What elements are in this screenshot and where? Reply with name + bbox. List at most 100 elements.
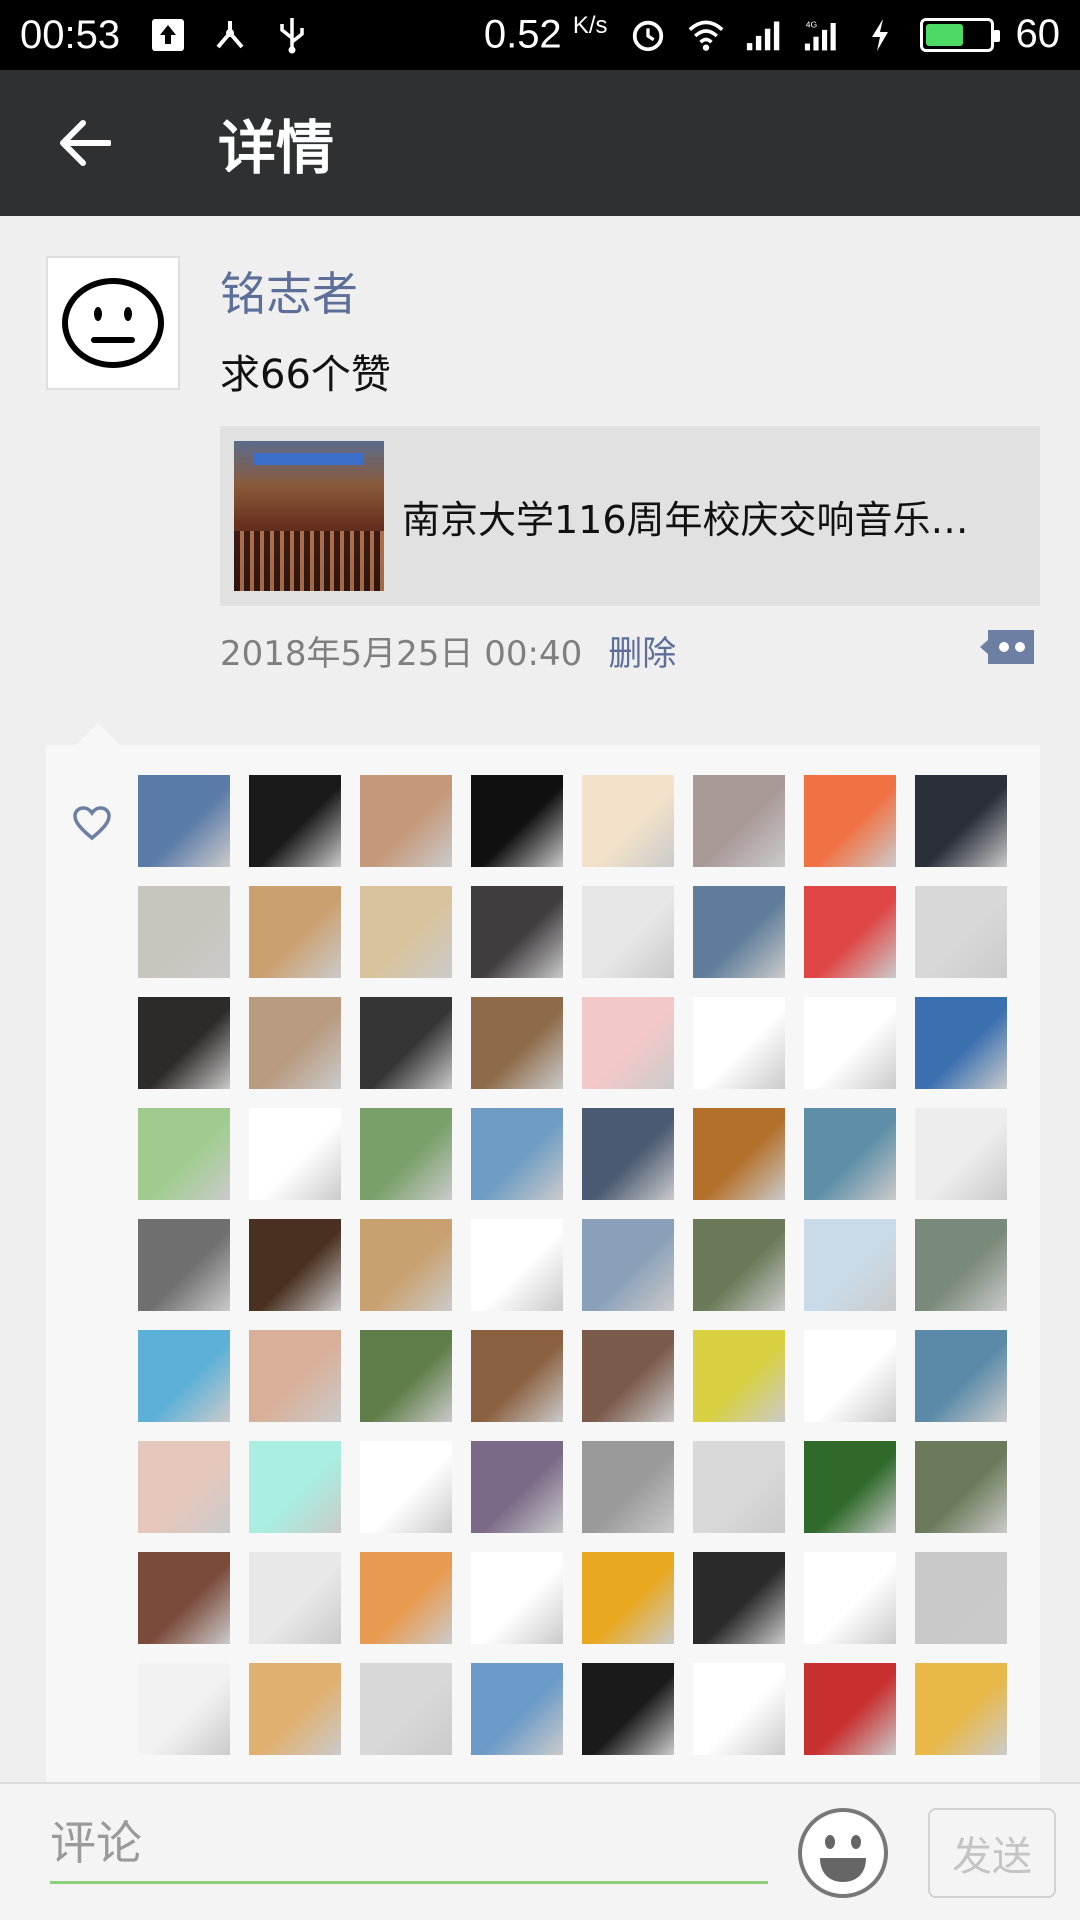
shared-link-card[interactable]: 南京大学116周年校庆交响音乐…	[220, 426, 1040, 606]
comment-input-bar: 发送	[0, 1782, 1080, 1920]
liker-avatar[interactable]	[693, 1552, 785, 1644]
liker-avatar[interactable]	[360, 1219, 452, 1311]
liker-avatar[interactable]	[804, 1108, 896, 1200]
liker-avatar[interactable]	[804, 1219, 896, 1311]
liker-avatar[interactable]	[804, 1330, 896, 1422]
liker-avatar[interactable]	[915, 886, 1007, 978]
liker-avatar[interactable]	[249, 1219, 341, 1311]
liker-avatar[interactable]	[693, 1441, 785, 1533]
liker-avatar[interactable]	[249, 1108, 341, 1200]
liker-avatar[interactable]	[915, 1441, 1007, 1533]
smiley-icon	[798, 1808, 888, 1898]
liker-avatar[interactable]	[360, 1108, 452, 1200]
liker-avatar[interactable]	[138, 1552, 230, 1644]
liker-avatar[interactable]	[804, 1441, 896, 1533]
liker-avatar[interactable]	[471, 1552, 563, 1644]
liker-avatar[interactable]	[693, 1330, 785, 1422]
liker-avatar[interactable]	[471, 1663, 563, 1755]
liker-avatar[interactable]	[915, 1219, 1007, 1311]
svg-text:4G: 4G	[805, 19, 817, 29]
liker-avatar[interactable]	[249, 775, 341, 867]
heart-icon	[72, 805, 112, 845]
liker-avatar[interactable]	[582, 1663, 674, 1755]
liker-avatar[interactable]	[360, 1441, 452, 1533]
back-button[interactable]	[0, 70, 170, 216]
liker-avatar[interactable]	[582, 997, 674, 1089]
liker-avatar[interactable]	[249, 1552, 341, 1644]
liker-avatar[interactable]	[471, 1219, 563, 1311]
liker-avatar[interactable]	[249, 1663, 341, 1755]
liker-avatar[interactable]	[804, 775, 896, 867]
signal-4g-icon: 4G	[804, 17, 840, 53]
charging-icon	[862, 17, 898, 53]
liker-avatar[interactable]	[582, 1219, 674, 1311]
liker-avatar[interactable]	[471, 1441, 563, 1533]
liker-avatar[interactable]	[915, 1108, 1007, 1200]
liker-avatar[interactable]	[582, 1330, 674, 1422]
liker-avatar[interactable]	[804, 886, 896, 978]
liker-avatar[interactable]	[360, 997, 452, 1089]
liker-avatar[interactable]	[693, 886, 785, 978]
liker-avatar[interactable]	[693, 1219, 785, 1311]
net-speed: 0.52 K/s	[483, 12, 608, 57]
liker-avatar[interactable]	[360, 775, 452, 867]
wifi-icon	[688, 17, 724, 53]
send-button[interactable]: 发送	[928, 1808, 1056, 1898]
battery-percent: 60	[1015, 12, 1061, 57]
signal-icon	[746, 17, 782, 53]
liker-avatar[interactable]	[360, 1663, 452, 1755]
delete-button[interactable]: 删除	[608, 626, 676, 675]
comment-menu-button[interactable]	[978, 626, 1038, 668]
liker-avatar[interactable]	[804, 1552, 896, 1644]
liker-avatar[interactable]	[915, 775, 1007, 867]
liker-avatar[interactable]	[360, 1552, 452, 1644]
comment-input[interactable]	[50, 1804, 768, 1884]
liker-avatar[interactable]	[582, 1108, 674, 1200]
liker-avatar[interactable]	[138, 1663, 230, 1755]
liker-avatar[interactable]	[582, 1552, 674, 1644]
liker-avatar[interactable]	[138, 1441, 230, 1533]
liker-avatar[interactable]	[249, 886, 341, 978]
liker-avatar[interactable]	[804, 1663, 896, 1755]
battery-icon	[919, 17, 1000, 52]
usb-icon	[274, 17, 310, 54]
liker-avatar[interactable]	[138, 886, 230, 978]
liker-avatar[interactable]	[582, 1441, 674, 1533]
arrow-left-icon	[60, 120, 111, 166]
liker-avatar[interactable]	[360, 1330, 452, 1422]
liker-avatar[interactable]	[360, 886, 452, 978]
upload-icon	[150, 17, 186, 53]
liker-avatar[interactable]	[249, 1441, 341, 1533]
liker-avatar[interactable]	[582, 886, 674, 978]
liker-avatar[interactable]	[471, 886, 563, 978]
user-avatar[interactable]	[46, 256, 180, 390]
liker-avatar[interactable]	[693, 775, 785, 867]
liker-avatar[interactable]	[249, 1330, 341, 1422]
status-time: 00:53	[20, 12, 121, 57]
liker-avatar[interactable]	[915, 1663, 1007, 1755]
liker-avatar[interactable]	[915, 997, 1007, 1089]
liker-avatar[interactable]	[804, 997, 896, 1089]
liker-avatar-grid	[138, 775, 1018, 1755]
liker-avatar[interactable]	[693, 1663, 785, 1755]
liker-avatar[interactable]	[138, 775, 230, 867]
emoji-button[interactable]	[796, 1806, 890, 1900]
liker-avatar[interactable]	[471, 1108, 563, 1200]
comment-dots-icon	[980, 630, 1034, 664]
liker-avatar[interactable]	[693, 1108, 785, 1200]
liker-avatar[interactable]	[471, 775, 563, 867]
liker-avatar[interactable]	[915, 1330, 1007, 1422]
post-meta: 2018年5月25日 00:40 删除	[220, 626, 676, 675]
liker-avatar[interactable]	[138, 1330, 230, 1422]
liker-avatar[interactable]	[138, 1108, 230, 1200]
liker-avatar[interactable]	[138, 997, 230, 1089]
page-title: 详情	[218, 114, 335, 182]
liker-avatar[interactable]	[915, 1552, 1007, 1644]
liker-avatar[interactable]	[138, 1219, 230, 1311]
liker-avatar[interactable]	[471, 1330, 563, 1422]
liker-avatar[interactable]	[693, 997, 785, 1089]
liker-avatar[interactable]	[471, 997, 563, 1089]
username[interactable]: 铭志者	[220, 258, 358, 324]
liker-avatar[interactable]	[582, 775, 674, 867]
liker-avatar[interactable]	[249, 997, 341, 1089]
